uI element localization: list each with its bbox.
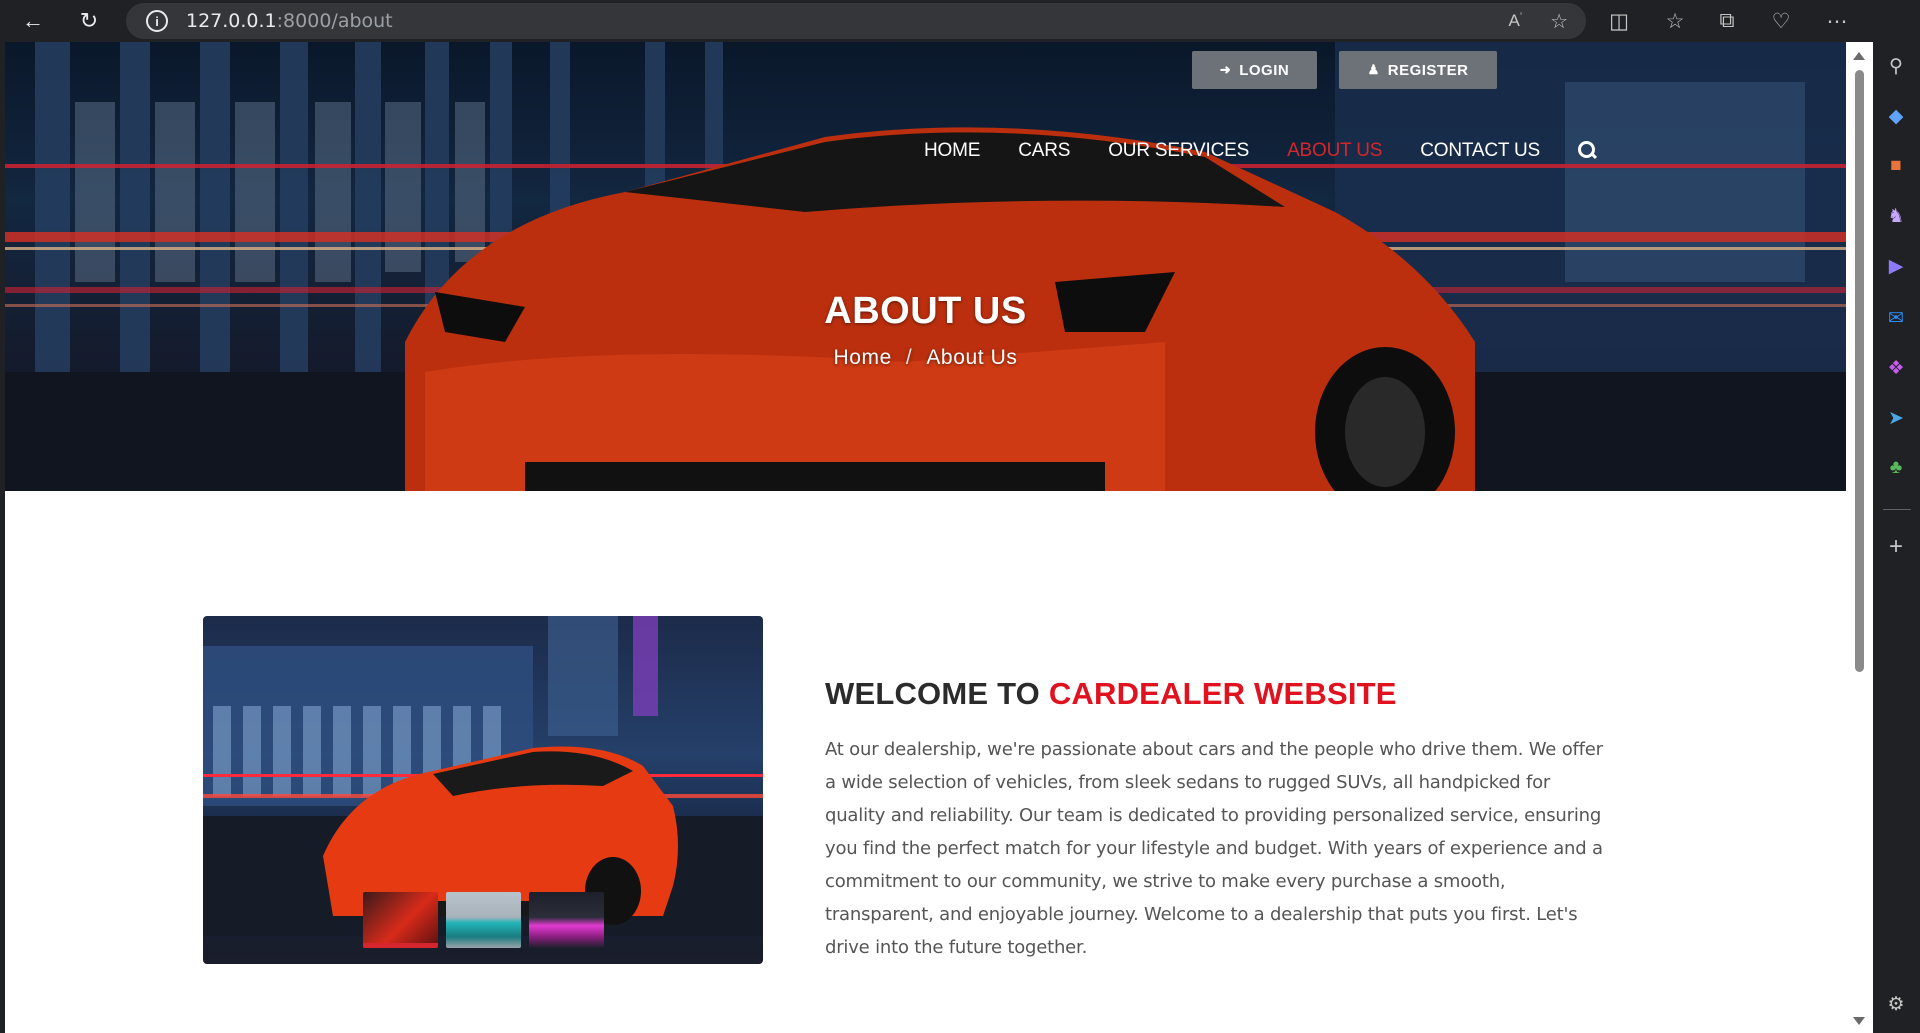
nav-our-services[interactable]: OUR SERVICES: [1108, 140, 1249, 162]
scroll-up-icon[interactable]: [1853, 52, 1865, 60]
welcome-heading: WELCOME TO CARDEALER WEBSITE: [825, 676, 1397, 712]
page-viewport: ➜ LOGIN ♟ REGISTER HOME CARS OUR SERVICE…: [5, 42, 1846, 1033]
more-icon[interactable]: ⋯: [1822, 6, 1852, 36]
page-title: ABOUT US: [824, 290, 1027, 332]
performance-icon[interactable]: ♡: [1766, 6, 1796, 36]
split-screen-icon[interactable]: ◫: [1604, 6, 1634, 36]
nav-about-us[interactable]: ABOUT US: [1287, 140, 1382, 162]
breadcrumb-home[interactable]: Home: [833, 346, 891, 370]
scroll-down-icon[interactable]: [1853, 1017, 1865, 1025]
login-label: LOGIN: [1239, 61, 1290, 79]
breadcrumb: Home / About Us: [5, 346, 1846, 370]
url-text: 127.0.0.1:8000/about: [186, 10, 393, 32]
favorite-icon[interactable]: ☆: [1550, 9, 1568, 34]
thumbnail-strip: [363, 892, 604, 948]
sidebar-divider: [1883, 509, 1911, 510]
nav-contact-us[interactable]: CONTACT US: [1420, 140, 1540, 162]
tools-icon[interactable]: ■: [1882, 152, 1910, 180]
thumbnail-red-car[interactable]: [363, 892, 438, 948]
address-bar[interactable]: i 127.0.0.1:8000/about A’ ☆: [126, 3, 1586, 39]
outlook-icon[interactable]: ✉: [1882, 304, 1910, 332]
thumbnail-teal-car[interactable]: [446, 892, 521, 948]
back-icon[interactable]: ←: [16, 4, 50, 38]
info-icon[interactable]: i: [146, 10, 168, 32]
breadcrumb-current: About Us: [926, 346, 1018, 369]
shopping-icon[interactable]: ◆: [1882, 102, 1910, 130]
about-image-slider: [203, 616, 763, 964]
browser-toolbar: ← ↻ i 127.0.0.1:8000/about A’ ☆ ◫ ☆ ⧉ ♡ …: [0, 0, 1920, 42]
nav-home[interactable]: HOME: [924, 140, 980, 162]
thumbnail-pink-car[interactable]: [529, 892, 604, 948]
page-scrollbar[interactable]: [1846, 42, 1873, 1033]
collections-icon[interactable]: ⧉: [1712, 6, 1742, 36]
settings-icon[interactable]: ⚙: [1882, 990, 1910, 1018]
nav-cars[interactable]: CARS: [1018, 140, 1070, 162]
tree-icon[interactable]: ♣: [1882, 454, 1910, 482]
register-button[interactable]: ♟ REGISTER: [1339, 51, 1497, 89]
welcome-heading-prefix: WELCOME TO: [825, 676, 1040, 711]
user-plus-icon: ♟: [1367, 62, 1380, 77]
copilot-icon[interactable]: ▶: [1882, 252, 1910, 280]
welcome-heading-accent: CARDEALER WEBSITE: [1048, 676, 1397, 711]
hero-overlay: [5, 42, 1846, 491]
games-icon[interactable]: ♞: [1882, 202, 1910, 230]
favorites-icon[interactable]: ☆: [1660, 6, 1690, 36]
office-icon[interactable]: ❖: [1882, 354, 1910, 382]
hero-banner: ➜ LOGIN ♟ REGISTER HOME CARS OUR SERVICE…: [5, 42, 1846, 491]
search-icon[interactable]: [1578, 141, 1598, 161]
about-paragraph: At our dealership, we're passionate abou…: [825, 739, 1603, 958]
telegram-icon[interactable]: ➤: [1882, 404, 1910, 432]
read-aloud-icon[interactable]: A’: [1508, 11, 1522, 31]
search-icon[interactable]: ⚲: [1882, 52, 1910, 80]
register-label: REGISTER: [1387, 61, 1469, 79]
sign-in-icon: ➜: [1219, 62, 1232, 77]
main-navigation: HOME CARS OUR SERVICES ABOUT US CONTACT …: [924, 140, 1598, 162]
login-button[interactable]: ➜ LOGIN: [1192, 51, 1317, 89]
browser-sidebar: ⚲ ◆ ■ ♞ ▶ ✉ ❖ ➤ ♣ + ⚙: [1873, 0, 1920, 1033]
breadcrumb-separator: /: [905, 346, 913, 369]
add-icon[interactable]: +: [1882, 533, 1910, 561]
scrollbar-thumb[interactable]: [1855, 70, 1864, 672]
refresh-icon[interactable]: ↻: [72, 4, 106, 38]
